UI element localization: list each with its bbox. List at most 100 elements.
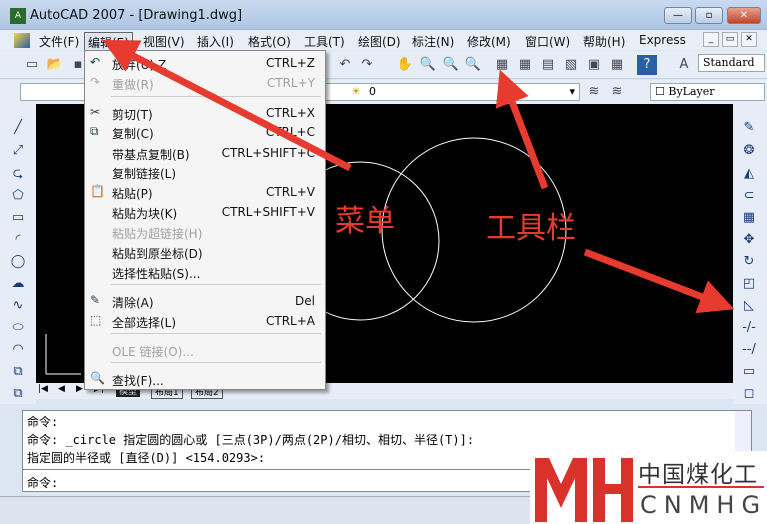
menu-item-paste-special[interactable]: 选择性粘贴(S)... [85,262,325,282]
menu-help[interactable]: 帮助(H) [580,32,628,51]
doc-close-button[interactable]: ✕ [741,32,757,47]
text-style-icon[interactable]: A [674,55,694,75]
polyline-icon[interactable]: ⮎ [8,164,28,184]
zoom-realtime-icon[interactable]: 🔍 [418,55,438,75]
menu-format[interactable]: 格式(O) [245,32,294,51]
trim-icon[interactable]: -/- [739,318,759,338]
design-center-icon[interactable]: ▦ [515,55,535,75]
menu-item-paste-orig[interactable]: 粘贴到原坐标(D) [85,242,325,262]
move-icon[interactable]: ✥ [739,230,759,250]
menu-item-find[interactable]: 🔍 查找(F)... [85,369,325,389]
menu-item-paste-block[interactable]: 粘贴为块(K) CTRL+SHIFT+V [85,202,325,222]
chamfer-icon[interactable]: ◻ [739,384,759,404]
line-icon[interactable]: ╱ [8,118,28,138]
spline-icon[interactable]: ∿ [8,296,28,316]
watermark-logo [535,458,633,522]
redo-icon[interactable]: ↷ [357,55,377,75]
rotate-icon[interactable]: ↻ [739,252,759,272]
pan-icon[interactable]: ✋ [395,55,415,75]
layer-previous-icon[interactable]: ≋ [607,82,627,102]
stretch-icon[interactable]: ◺ [739,296,759,316]
menu-item-copy-base[interactable]: 带基点复制(B) CTRL+SHIFT+C [85,143,325,163]
color-select[interactable]: ☐ ByLayer [650,83,765,101]
paste-icon: 📋 [90,184,105,198]
title-bar: A AutoCAD 2007 - [Drawing1.dwg] — ▫ ✕ [0,0,767,30]
mirror-icon[interactable]: ◭ [739,164,759,184]
array-icon[interactable]: ▦ [739,208,759,228]
break-icon[interactable]: ▭ [739,362,759,382]
menu-tools[interactable]: 工具(T) [301,32,348,51]
help-icon[interactable]: ? [637,55,657,75]
menu-dimension[interactable]: 标注(N) [409,32,457,51]
close-button[interactable]: ✕ [727,7,761,24]
zoom-previous-icon[interactable]: 🔍 [463,55,483,75]
maximize-button[interactable]: ▫ [695,7,723,24]
draw-toolbar: ╱ ⤢ ⮎ ⬠ ▭ ◜ ◯ ☁ ∿ ⬭ ◠ ⧉ ⧉ [0,104,36,404]
window-title: AutoCAD 2007 - [Drawing1.dwg] [30,8,243,23]
tab-prev-button[interactable]: ◀ [58,384,65,394]
tool-palettes-icon[interactable]: ▤ [538,55,558,75]
watermark-en: CNMHG [640,491,767,519]
chevron-down-icon: ▾ [569,85,575,98]
make-block-icon[interactable]: ⧉ [8,384,28,404]
doc-restore-button[interactable]: ▭ [722,32,738,47]
sheet-set-icon[interactable]: ▧ [561,55,581,75]
command-input[interactable]: 命令: [27,474,58,491]
tab-next-button[interactable]: ▶ [76,384,83,394]
new-icon[interactable]: ▭ [22,55,42,75]
menu-bar: 文件(F) 编辑(E) 视图(V) 插入(I) 格式(O) 工具(T) 绘图(D… [0,30,767,53]
minimize-button[interactable]: — [664,7,692,24]
undo-icon[interactable]: ↶ [335,55,355,75]
menu-insert[interactable]: 插入(I) [194,32,237,51]
polygon-icon[interactable]: ⬠ [8,186,28,206]
menu-item-ole-links[interactable]: OLE 链接(O)... [85,340,325,360]
menu-draw[interactable]: 绘图(D) [355,32,404,51]
menu-item-undo[interactable]: ↶ 放弃(U) Z CTRL+Z [85,53,325,73]
app-menu-icon[interactable] [14,33,30,48]
annotation-menu-label: 菜单 [335,204,395,239]
menu-view[interactable]: 视图(V) [140,32,188,51]
calculator-icon[interactable]: ▦ [607,55,627,75]
menu-item-select-all[interactable]: ⬚ 全部选择(L) CTRL+A [85,311,325,331]
ellipse-icon[interactable]: ⬭ [8,318,28,338]
text-style-select[interactable]: Standard [698,54,765,72]
doc-minimize-button[interactable]: _ [703,32,719,47]
command-history-line: 命令: [27,415,59,429]
watermark: 中国煤化工 CNMHG [530,451,767,524]
erase-icon[interactable]: ✎ [739,118,759,138]
menu-item-copy[interactable]: ⧉ 复制(C) CTRL+C [85,122,325,142]
construction-line-icon[interactable]: ⤢ [8,141,28,161]
menu-item-paste[interactable]: 📋 粘贴(P) CTRL+V [85,182,325,202]
make-layer-current-icon[interactable]: ≋ [584,82,604,102]
tab-first-button[interactable]: |◀ [38,384,48,394]
markup-icon[interactable]: ▣ [584,55,604,75]
layer-name: 0 [369,85,376,98]
menu-item-clear[interactable]: ✎ 清除(A) Del [85,291,325,311]
menu-item-cut[interactable]: ✂ 剪切(T) CTRL+X [85,103,325,123]
zoom-window-icon[interactable]: 🔍 [441,55,461,75]
revision-cloud-icon[interactable]: ☁ [8,274,28,294]
scale-icon[interactable]: ◰ [739,274,759,294]
insert-block-icon[interactable]: ⧉ [8,362,28,382]
rectangle-icon[interactable]: ▭ [8,208,28,228]
annotation-toolbar-label: 工具栏 [486,211,576,246]
menu-item-copy-link[interactable]: 复制链接(L) [85,162,325,182]
open-icon[interactable]: 📂 [45,55,65,75]
ucs-icon [45,334,81,375]
menu-item-redo[interactable]: ↷ 重做(R) CTRL+Y [85,73,325,93]
extend-icon[interactable]: --/ [739,340,759,360]
menu-window[interactable]: 窗口(W) [522,32,573,51]
offset-icon[interactable]: ⊂ [739,186,759,206]
circle-icon[interactable]: ◯ [8,252,28,272]
menu-express[interactable]: Express [636,32,689,48]
properties-icon[interactable]: ▦ [492,55,512,75]
menu-item-paste-hyperlink[interactable]: 粘贴为超链接(H) [85,222,325,242]
ellipse-arc-icon[interactable]: ◠ [8,340,28,360]
arc-icon[interactable]: ◜ [8,230,28,250]
menu-modify[interactable]: 修改(M) [464,32,514,51]
copy-object-icon[interactable]: ❂ [739,141,759,161]
copy-icon: ⧉ [90,124,99,138]
find-icon: 🔍 [90,371,105,385]
color-value: ByLayer [668,85,715,98]
menu-file[interactable]: 文件(F) [36,32,82,51]
